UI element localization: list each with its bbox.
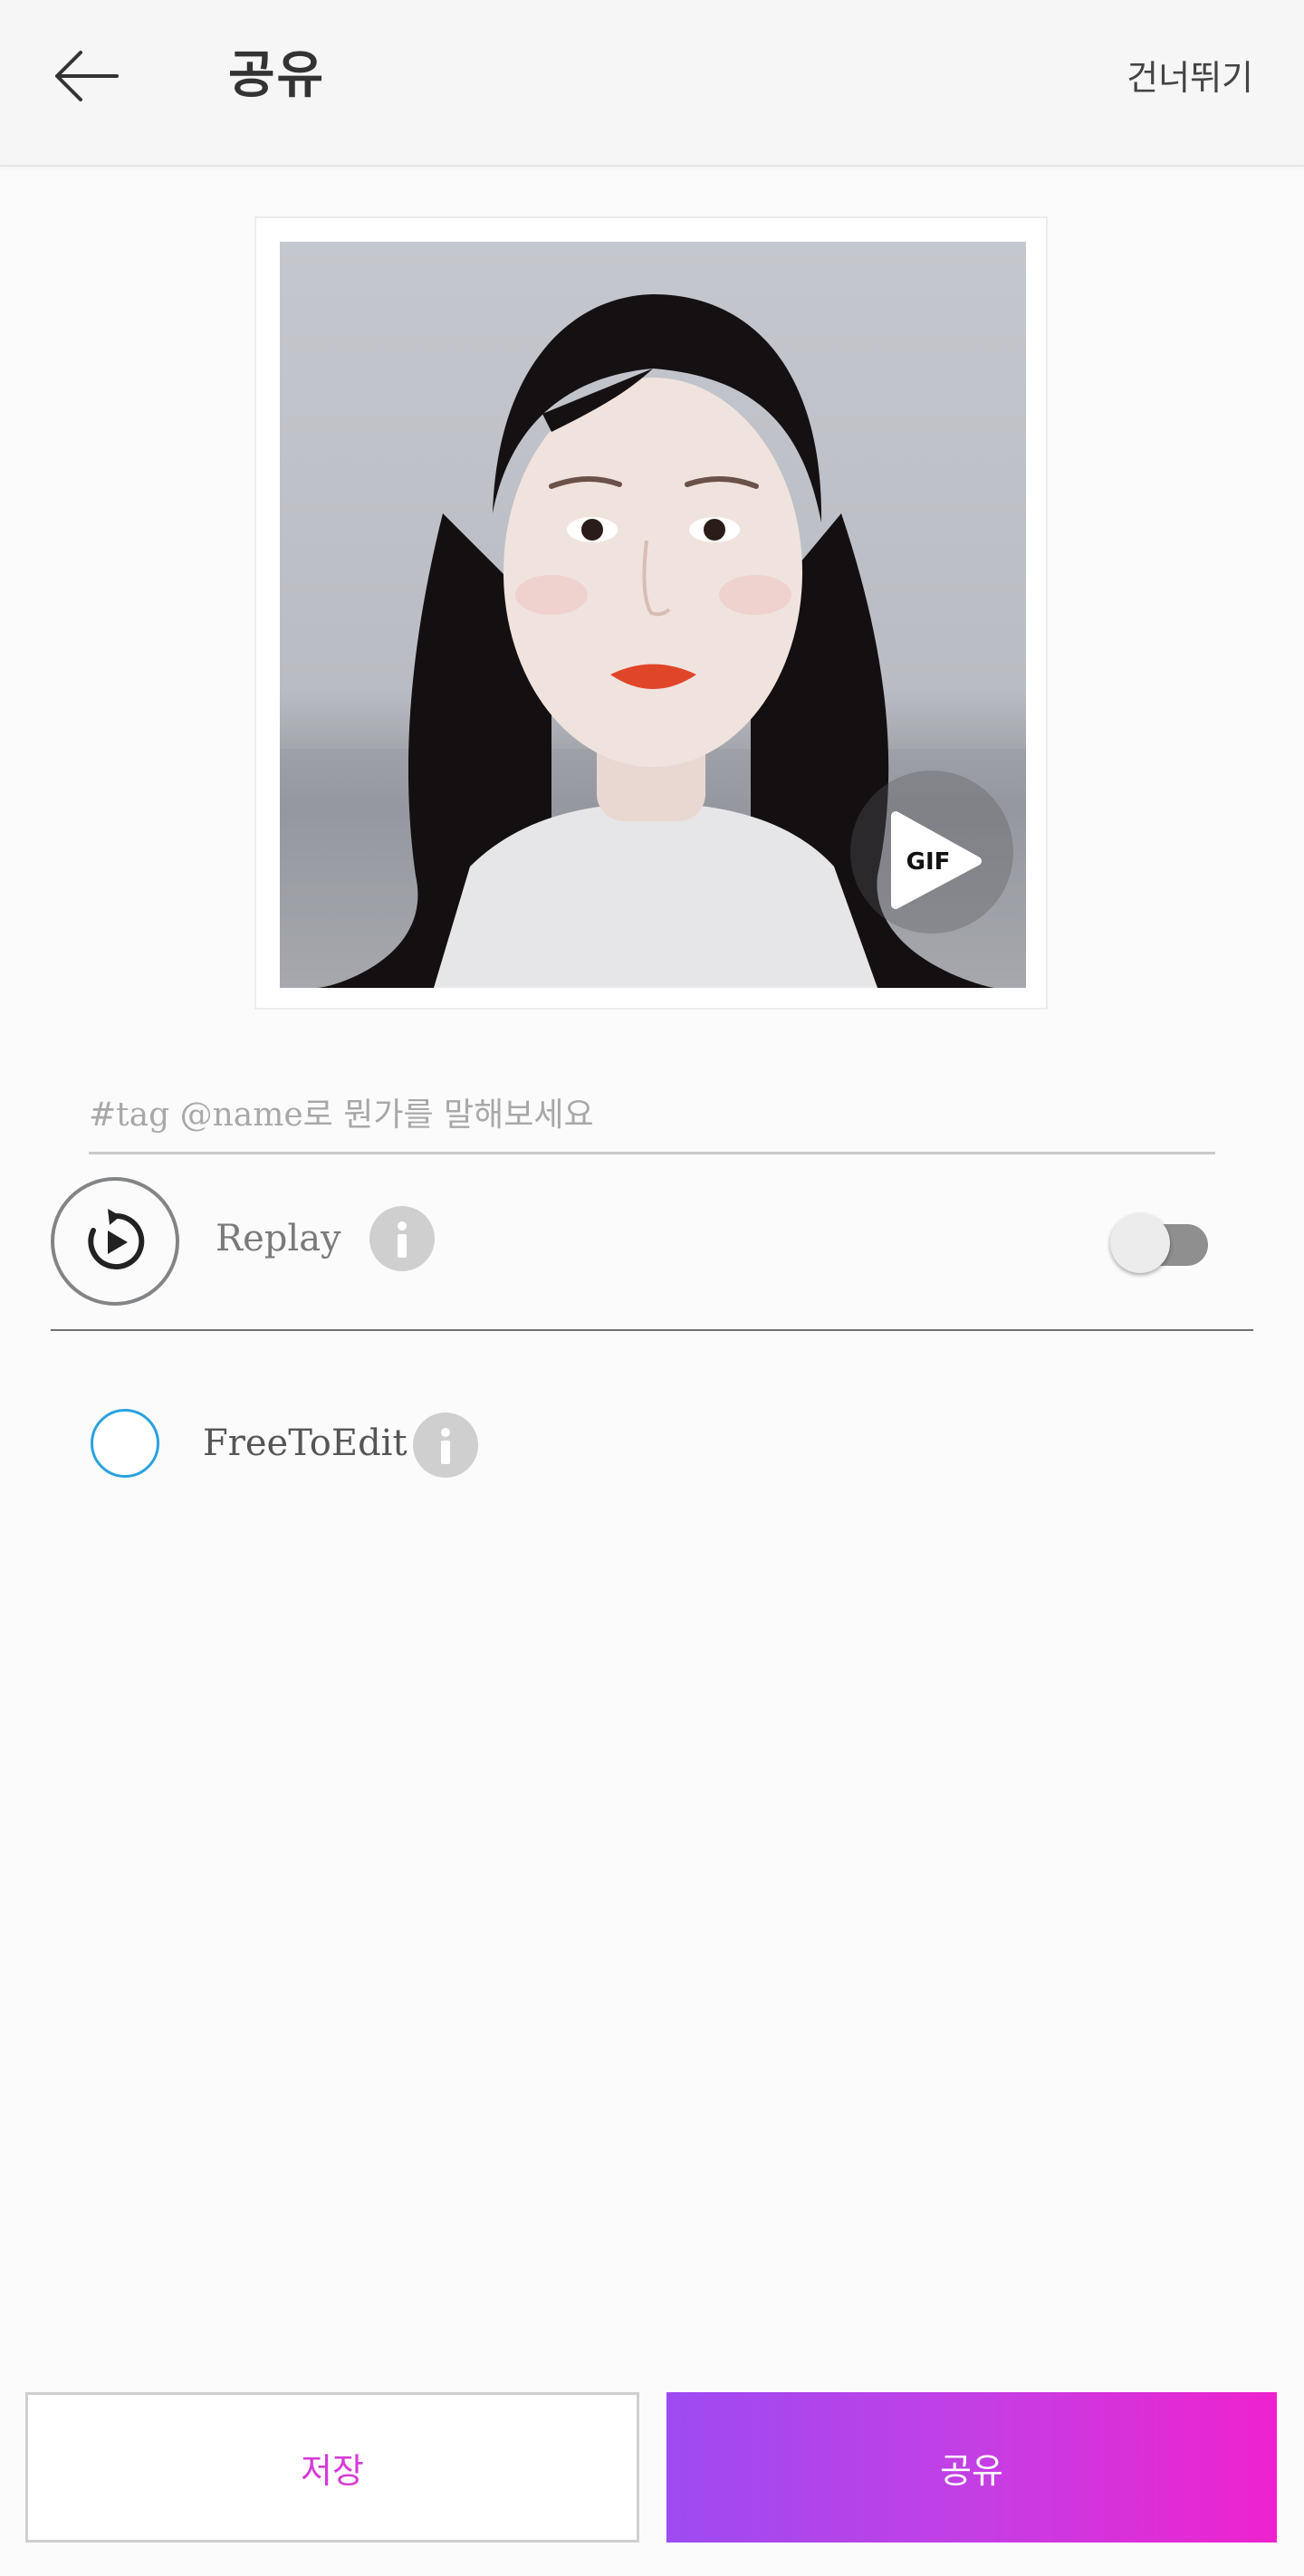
free-to-edit-label: FreeToEdit [203,1422,408,1464]
arrow-left-icon [55,51,119,101]
back-button[interactable] [45,43,127,109]
caption-field [89,1083,1215,1154]
replay-row: Replay [51,1175,1253,1331]
gif-badge-label: GIF [906,848,951,876]
replay-info-button[interactable] [369,1206,435,1271]
info-icon [441,1428,450,1464]
info-icon [398,1221,407,1258]
replay-toggle[interactable] [1110,1206,1215,1273]
preview-image[interactable]: GIF [280,242,1026,988]
replay-button[interactable] [51,1177,179,1306]
toggle-knob [1110,1213,1170,1273]
gif-preview-card: GIF [254,216,1048,1010]
free-to-edit-info-button[interactable] [413,1412,478,1478]
save-button[interactable]: 저장 [25,2392,639,2542]
replay-label: Replay [216,1218,341,1259]
skip-button[interactable]: 건너뛰기 [1127,53,1253,103]
share-button[interactable]: 공유 [666,2392,1277,2542]
play-gif-icon: GIF [891,811,982,909]
gif-play-button[interactable]: GIF [850,771,1013,934]
caption-input[interactable] [89,1083,1215,1146]
replay-icon [88,1209,145,1269]
top-app-bar: 공유 건너뛰기 [0,0,1304,167]
page-title: 공유 [228,46,326,105]
free-to-edit-radio[interactable] [91,1409,159,1478]
